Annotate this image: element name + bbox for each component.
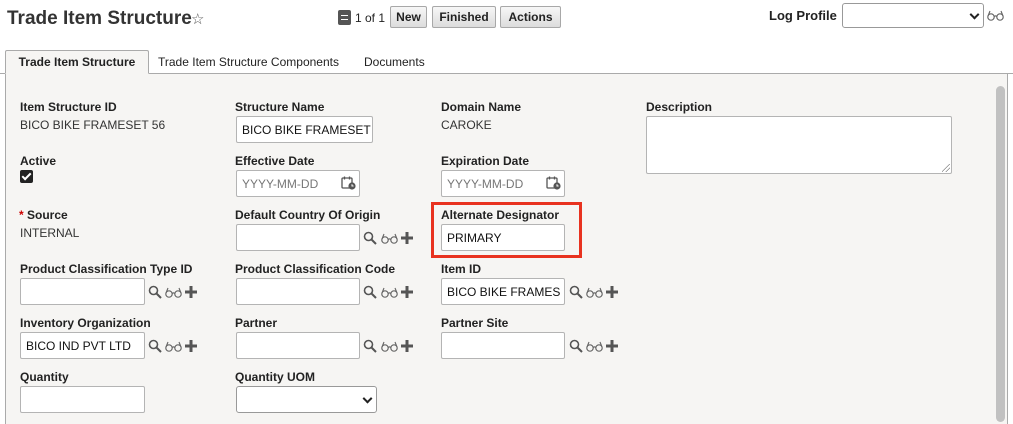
search-icon[interactable]	[148, 285, 162, 299]
domain-name-label: Domain Name	[441, 100, 522, 114]
search-icon[interactable]	[148, 339, 162, 353]
plus-icon[interactable]	[185, 340, 197, 352]
tab-trade-item-structure[interactable]: Trade Item Structure	[5, 50, 149, 74]
product-classification-type-input[interactable]	[20, 278, 145, 305]
plus-icon[interactable]	[606, 286, 618, 298]
plus-icon[interactable]	[185, 286, 197, 298]
default-country-input[interactable]	[236, 224, 360, 251]
required-marker: *	[19, 208, 24, 222]
glasses-icon[interactable]	[381, 287, 398, 298]
product-classification-code-input[interactable]	[236, 278, 360, 305]
chevron-down-icon	[969, 9, 980, 20]
quantity-input[interactable]	[20, 386, 145, 413]
domain-name-value: CAROKE	[441, 118, 492, 132]
active-label: Active	[20, 154, 57, 168]
inventory-organization-input[interactable]: BICO IND PVT LTD	[20, 332, 145, 359]
record-count: 1 of 1	[355, 11, 386, 25]
calendar-icon[interactable]	[546, 176, 561, 190]
alternate-designator-label: Alternate Designator	[441, 208, 560, 222]
product-classification-type-label: Product Classification Type ID	[20, 262, 193, 276]
search-icon[interactable]	[569, 339, 583, 353]
item-id-label: Item ID	[441, 262, 482, 276]
star-icon[interactable]: ☆	[191, 10, 204, 28]
source-label-text: Source	[27, 208, 68, 222]
description-textarea[interactable]	[646, 116, 952, 174]
quantity-uom-select[interactable]	[236, 386, 377, 413]
search-icon[interactable]	[363, 339, 377, 353]
partner-site-input[interactable]	[441, 332, 565, 359]
new-button[interactable]: New	[390, 6, 427, 28]
glasses-icon[interactable]	[987, 10, 1004, 21]
inventory-organization-label: Inventory Organization	[20, 316, 151, 330]
active-checkbox[interactable]	[20, 170, 33, 183]
structure-name-input[interactable]: BICO BIKE FRAMESET	[236, 116, 373, 143]
vertical-scrollbar[interactable]	[996, 86, 1005, 422]
search-icon[interactable]	[363, 231, 377, 245]
quantity-label: Quantity	[20, 370, 69, 384]
tab-trade-item-structure-components[interactable]: Trade Item Structure Components	[158, 50, 339, 74]
source-value: INTERNAL	[20, 226, 80, 240]
structure-name-label: Structure Name	[235, 100, 325, 114]
record-list-icon	[338, 10, 351, 25]
item-structure-id-value: BICO BIKE FRAMESET 56	[20, 118, 166, 132]
glasses-icon[interactable]	[165, 287, 182, 298]
search-icon[interactable]	[569, 285, 583, 299]
partner-label: Partner	[235, 316, 278, 330]
partner-site-label: Partner Site	[441, 316, 509, 330]
glasses-icon[interactable]	[586, 287, 603, 298]
log-profile-select[interactable]	[842, 3, 984, 28]
resize-handle[interactable]	[942, 164, 950, 172]
partner-input[interactable]	[236, 332, 360, 359]
source-label: * Source	[19, 208, 68, 222]
glasses-icon[interactable]	[381, 341, 398, 352]
glasses-icon[interactable]	[586, 341, 603, 352]
plus-icon[interactable]	[401, 340, 413, 352]
search-icon[interactable]	[363, 285, 377, 299]
chevron-down-icon	[362, 393, 373, 404]
quantity-uom-label: Quantity UOM	[235, 370, 315, 384]
description-label: Description	[646, 100, 713, 114]
glasses-icon[interactable]	[165, 341, 182, 352]
product-classification-code-label: Product Classification Code	[235, 262, 396, 276]
calendar-icon[interactable]	[341, 176, 356, 190]
default-country-label: Default Country Of Origin	[235, 208, 381, 222]
expiration-date-label: Expiration Date	[441, 154, 530, 168]
item-id-input[interactable]: BICO BIKE FRAMES	[441, 278, 565, 305]
plus-icon[interactable]	[401, 232, 413, 244]
plus-icon[interactable]	[606, 340, 618, 352]
effective-date-label: Effective Date	[235, 154, 315, 168]
plus-icon[interactable]	[401, 286, 413, 298]
alternate-designator-input[interactable]: PRIMARY	[441, 224, 565, 251]
glasses-icon[interactable]	[381, 233, 398, 244]
log-profile-label: Log Profile	[769, 8, 837, 23]
page-title: Trade Item Structure	[7, 8, 192, 29]
actions-button[interactable]: Actions	[500, 6, 561, 28]
item-structure-id-label: Item Structure ID	[20, 100, 117, 114]
finished-button[interactable]: Finished	[432, 6, 496, 28]
tab-documents[interactable]: Documents	[364, 50, 425, 74]
